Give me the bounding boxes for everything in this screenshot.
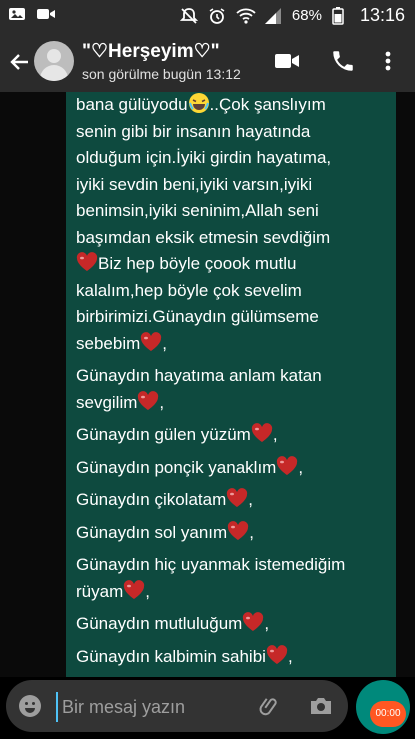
- message-line-suffix: ,: [264, 614, 270, 633]
- battery-percent: 68%: [291, 7, 322, 24]
- message-line: Günaydın ponçik yanaklım,: [76, 455, 396, 482]
- message-line-text: rüyam: [76, 581, 124, 601]
- message-line-text: sevgilim: [76, 392, 138, 412]
- message-line-suffix: ,: [248, 490, 253, 509]
- heart-emoji-icon: [226, 488, 248, 508]
- battery-icon: [332, 6, 350, 25]
- more-icon[interactable]: [380, 48, 406, 74]
- mute-icon: [179, 7, 199, 25]
- message-line: bana gülüyodu ..Çok şanslıyım: [76, 92, 396, 119]
- heart-emoji-icon: [266, 644, 288, 665]
- status-bar: 68% 13:16: [0, 0, 415, 30]
- message-text: bana gülüyodu ..Çok şanslıyım senin gibi b…: [76, 92, 396, 677]
- status-left: [8, 5, 55, 23]
- message-line: başımdan eksik etmesin sevdiğim: [76, 225, 396, 252]
- message-line: Günaydın gülen yüzüm,: [76, 422, 396, 449]
- heart-emoji-icon: [251, 423, 273, 443]
- signal-icon: [264, 7, 282, 25]
- last-seen: son görülme bugün 13:12: [82, 66, 241, 82]
- back-arrow-icon[interactable]: [8, 50, 32, 74]
- message-line: Günaydın hiç uyanmak istemediğim: [76, 552, 396, 579]
- status-right: 68% 13:16: [179, 5, 405, 26]
- message-line: rüyam,: [76, 579, 396, 606]
- heart-emoji-icon: [242, 612, 264, 632]
- message-input[interactable]: [56, 692, 264, 722]
- message-composer: [6, 680, 348, 732]
- message-line-text: Biz hep böyle çoook mutlu: [98, 254, 297, 273]
- heart-emoji-icon: [76, 252, 98, 272]
- heart-emoji-icon: [276, 455, 298, 476]
- heart-emoji-icon: [123, 579, 145, 600]
- message-line-text: senin gibi bir insanın hayatında: [76, 121, 311, 141]
- message-line: Günaydın hayatın tadı,: [76, 676, 396, 677]
- message-line-suffix: ,: [287, 646, 293, 666]
- message-line: Günaydın mutluluğum,: [76, 611, 396, 638]
- wifi-icon: [236, 7, 256, 25]
- message-line: sebebim,: [76, 331, 396, 358]
- message-line: Günaydın kalbimin sahibi,: [76, 644, 396, 671]
- heart-emoji-icon: [137, 390, 159, 411]
- photo-notification-icon: [8, 5, 26, 23]
- camera-icon[interactable]: [308, 694, 334, 718]
- message-line: birbirimizi.Günaydın gülümseme: [76, 304, 396, 331]
- laughing-emoji-icon: [188, 92, 210, 114]
- heart-emoji-icon: [227, 520, 249, 541]
- contact-name[interactable]: "♡Herşeyim♡": [82, 40, 220, 63]
- message-line-suffix: ,: [145, 581, 150, 601]
- message-line-text: Günaydın ponçik yanaklım: [76, 457, 277, 477]
- attach-icon[interactable]: [258, 694, 282, 718]
- emoji-icon[interactable]: [18, 694, 42, 718]
- message-line-text: başımdan eksik etmesin sevdiğim: [76, 227, 331, 247]
- chat-header: "♡Herşeyim♡" son görülme bugün 13:12: [0, 30, 415, 92]
- message-line-text: Günaydın hayatıma anlam katan: [76, 366, 322, 385]
- message-line-suffix: ,: [272, 425, 278, 444]
- message-line: kalalım,hep böyle çok sevelim: [76, 278, 396, 305]
- message-line: Biz hep böyle çoook mutlu: [76, 251, 396, 278]
- message-line: sevgilim,: [76, 390, 396, 417]
- video-notification-icon: [36, 5, 55, 23]
- message-line-text: Günaydın gülen yüzüm: [76, 425, 251, 444]
- message-line: Günaydın çikolatam,: [76, 487, 396, 514]
- heart-emoji-icon: [140, 331, 162, 352]
- message-line-suffix: ..Çok şanslıyım: [209, 95, 326, 114]
- message-line-text: bana gülüyodu: [76, 95, 188, 114]
- message-line-text: iyiki sevdin beni,iyiki varsın,iyiki: [76, 174, 313, 194]
- message-line-text: sebebim: [76, 333, 141, 353]
- message-line-text: Günaydın sol yanım: [76, 522, 228, 542]
- message-line-text: Günaydın çikolatam: [76, 490, 227, 509]
- message-line: olduğum için.İyiki girdin hayatıma,: [76, 145, 396, 172]
- message-line: Günaydın hayatıma anlam katan: [76, 363, 396, 390]
- chat-area[interactable]: bana gülüyodu ..Çok şanslıyım senin gibi b…: [0, 92, 415, 677]
- message-line: iyiki sevdin beni,iyiki varsın,iyiki: [76, 172, 396, 199]
- message-line-text: Günaydın kalbimin sahibi: [76, 646, 266, 666]
- message-line: Günaydın sol yanım,: [76, 520, 396, 547]
- video-call-icon[interactable]: [273, 48, 299, 74]
- recording-timer: 00:00: [370, 701, 406, 727]
- message-line-text: Günaydın hiç uyanmak istemediğim: [76, 555, 346, 574]
- avatar[interactable]: [34, 41, 74, 81]
- message-line-suffix: ,: [298, 457, 304, 477]
- message-line-text: kalalım,hep böyle çok sevelim: [76, 280, 302, 300]
- message-line: benimsin,iyiki seninim,Allah seni: [76, 198, 396, 225]
- message-line-text: Günaydın mutluluğum: [76, 614, 243, 633]
- message-line-suffix: ,: [249, 522, 254, 542]
- message-line-text: birbirimizi.Günaydın gülümseme: [76, 307, 319, 326]
- alarm-icon: [208, 7, 226, 25]
- phone-icon[interactable]: [330, 48, 356, 74]
- message-line-text: olduğum için.İyiki girdin hayatıma,: [76, 148, 332, 167]
- message-line-suffix: ,: [159, 392, 165, 412]
- clock: 13:16: [359, 5, 405, 25]
- message-line: senin gibi bir insanın hayatında: [76, 119, 396, 146]
- message-line-text: benimsin,iyiki seninim,Allah seni: [76, 201, 319, 220]
- message-line-suffix: ,: [162, 333, 167, 353]
